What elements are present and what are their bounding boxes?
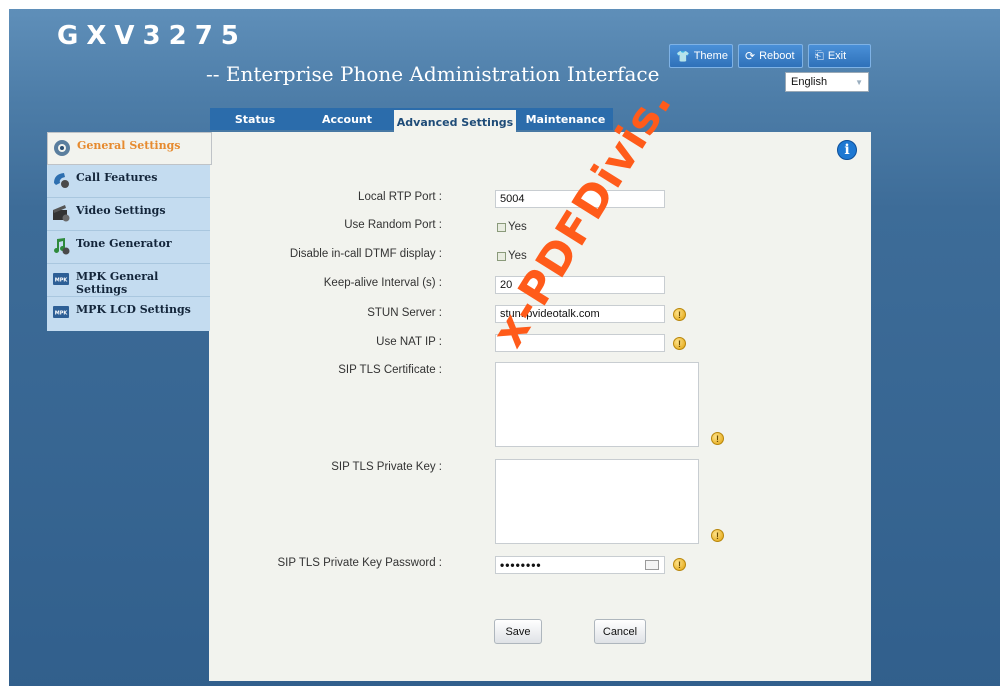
tab-account[interactable]: Account bbox=[302, 108, 392, 130]
local-rtp-port-label: Local RTP Port : bbox=[358, 191, 442, 203]
sidebar-item-label: General Settings bbox=[77, 139, 181, 152]
tab-advanced-settings[interactable]: Advanced Settings bbox=[394, 110, 516, 134]
warning-icon[interactable]: ! bbox=[711, 529, 724, 542]
keep-alive-label: Keep-alive Interval (s) : bbox=[323, 277, 442, 289]
page-subtitle: -- Enterprise Phone Administration Inter… bbox=[206, 62, 660, 86]
phone-icon bbox=[52, 171, 70, 189]
checkbox-box[interactable] bbox=[497, 222, 506, 232]
exit-button-label: Exit bbox=[827, 50, 847, 62]
use-nat-ip-label: Use NAT IP : bbox=[376, 336, 442, 348]
sidebar: General Settings Call Features Video Set… bbox=[47, 132, 212, 331]
checkbox-label: Yes bbox=[508, 250, 527, 262]
music-note-icon bbox=[52, 237, 70, 255]
sip-tls-private-key-label: SIP TLS Private Key : bbox=[331, 461, 442, 473]
warning-icon[interactable]: ! bbox=[673, 308, 686, 321]
use-random-port-label: Use Random Port : bbox=[344, 219, 442, 231]
checkbox-box[interactable] bbox=[497, 251, 506, 261]
film-icon bbox=[52, 204, 70, 222]
warning-icon[interactable]: ! bbox=[711, 432, 724, 445]
use-random-port-checkbox[interactable]: Yes bbox=[497, 221, 527, 233]
disable-dtmf-label: Disable in-call DTMF display : bbox=[289, 248, 442, 260]
sip-tls-key-password-input[interactable]: •••••••• bbox=[495, 556, 665, 574]
gear-icon bbox=[53, 139, 71, 157]
disable-dtmf-checkbox[interactable]: Yes bbox=[497, 250, 527, 262]
sidebar-item-call-features[interactable]: Call Features bbox=[47, 165, 210, 198]
mpk-icon: MPK bbox=[52, 303, 70, 321]
sidebar-item-label: Video Settings bbox=[76, 204, 166, 217]
sidebar-item-label: Tone Generator bbox=[76, 237, 172, 250]
brand-logo: GXV3275 bbox=[57, 21, 247, 51]
sidebar-item-mpk-general-settings[interactable]: MPK MPK General Settings bbox=[47, 264, 210, 297]
svg-text:MPK: MPK bbox=[55, 311, 69, 317]
chevron-down-icon: ▼ bbox=[855, 78, 863, 87]
sip-tls-private-key-textarea[interactable] bbox=[495, 459, 699, 544]
save-button[interactable]: Save bbox=[494, 619, 542, 644]
reboot-button-label: Reboot bbox=[759, 50, 795, 62]
theme-button-label: Theme bbox=[693, 50, 728, 62]
sip-tls-certificate-textarea[interactable] bbox=[495, 362, 699, 447]
language-value: English bbox=[791, 76, 828, 88]
sidebar-item-mpk-lcd-settings[interactable]: MPK MPK LCD Settings bbox=[47, 297, 210, 330]
stun-server-label: STUN Server : bbox=[367, 307, 442, 319]
sip-tls-certificate-label: SIP TLS Certificate : bbox=[338, 364, 442, 376]
shirt-icon: 👕 bbox=[676, 50, 690, 63]
sip-tls-key-password-label: SIP TLS Private Key Password : bbox=[277, 557, 442, 569]
sidebar-item-video-settings[interactable]: Video Settings bbox=[47, 198, 210, 231]
sidebar-item-general-settings[interactable]: General Settings bbox=[47, 132, 212, 165]
exit-button[interactable]: ⎗ Exit bbox=[808, 44, 871, 68]
exit-icon: ⎗ bbox=[815, 49, 824, 62]
svg-text:MPK: MPK bbox=[55, 278, 69, 284]
mpk-icon: MPK bbox=[52, 270, 70, 288]
sidebar-item-label: MPK General Settings bbox=[76, 270, 159, 296]
warning-icon[interactable]: ! bbox=[673, 558, 686, 571]
sidebar-item-label: MPK LCD Settings bbox=[76, 303, 191, 316]
tab-status[interactable]: Status bbox=[210, 108, 300, 130]
tab-maintenance[interactable]: Maintenance bbox=[518, 108, 613, 130]
info-icon[interactable]: i bbox=[837, 140, 857, 160]
refresh-icon: ⟳ bbox=[745, 49, 756, 63]
reboot-button[interactable]: ⟳ Reboot bbox=[738, 44, 803, 68]
language-select[interactable]: English ▼ bbox=[785, 72, 869, 92]
keyboard-icon[interactable] bbox=[645, 560, 659, 570]
main-tabs: Status Account Advanced Settings Mainten… bbox=[210, 108, 613, 134]
sidebar-item-label: Call Features bbox=[76, 171, 158, 184]
warning-icon[interactable]: ! bbox=[673, 337, 686, 350]
theme-button[interactable]: 👕 Theme bbox=[669, 44, 733, 68]
checkbox-label: Yes bbox=[508, 221, 527, 233]
cancel-button[interactable]: Cancel bbox=[594, 619, 646, 644]
sidebar-item-tone-generator[interactable]: Tone Generator bbox=[47, 231, 210, 264]
